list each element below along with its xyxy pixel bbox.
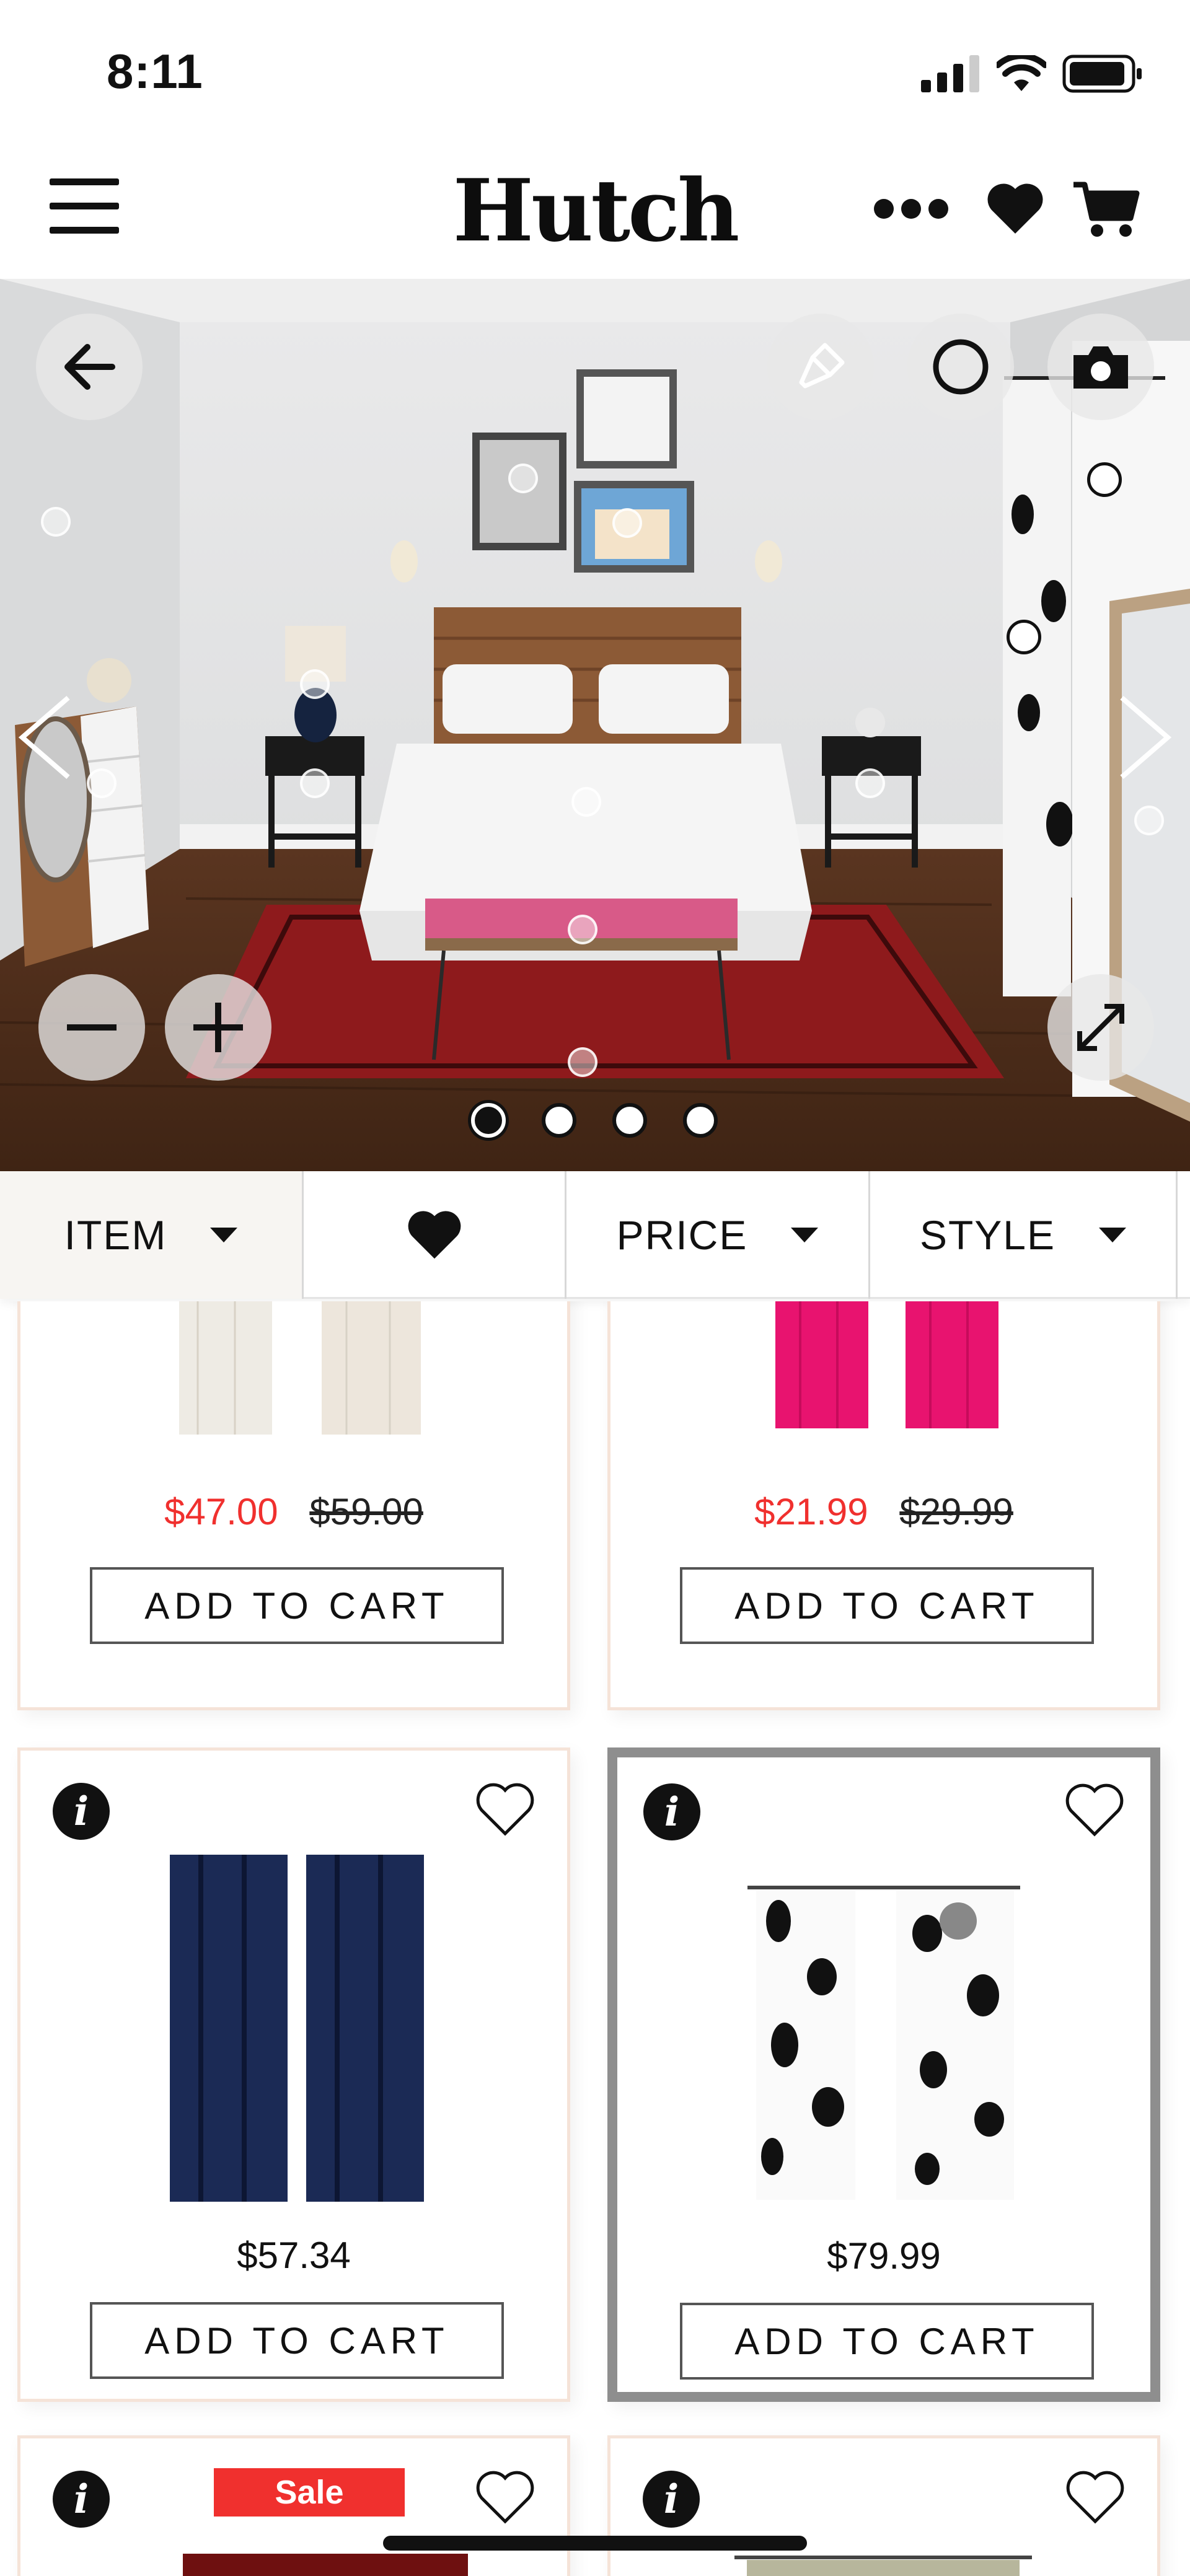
product-card[interactable]: i $57.34 ADD TO CART <box>17 1747 570 2402</box>
circle-icon <box>933 339 989 395</box>
original-price: $59.00 <box>309 1491 423 1532</box>
item-hotspot-selected[interactable] <box>1007 620 1041 654</box>
product-card[interactable]: i Sale <box>17 2435 570 2576</box>
minus-icon <box>67 1024 117 1031</box>
camera-button[interactable] <box>1047 314 1154 420</box>
info-icon[interactable]: i <box>53 1783 110 1840</box>
sale-price: $47.00 <box>164 1491 278 1532</box>
info-icon[interactable]: i <box>643 1783 700 1840</box>
circle-button[interactable] <box>907 314 1014 420</box>
product-grid: $47.00 $59.00 ADD TO CART $21.99 $29.99 … <box>0 1301 1190 2576</box>
product-card[interactable]: $47.00 $59.00 ADD TO CART <box>17 1301 570 1710</box>
battery-icon <box>1062 55 1142 93</box>
caret-down-icon <box>1099 1228 1127 1242</box>
filter-price[interactable]: PRICE <box>566 1171 870 1299</box>
product-image <box>179 1301 421 1435</box>
expand-icon <box>1077 1004 1124 1051</box>
room-pager <box>471 1103 718 1138</box>
item-hotspot[interactable] <box>1134 806 1164 835</box>
product-image <box>170 1855 424 2202</box>
filter-favorites[interactable] <box>304 1171 566 1299</box>
item-hotspot[interactable] <box>87 768 117 798</box>
filter-style[interactable]: STYLE <box>870 1171 1178 1299</box>
paint-brush-icon <box>799 343 845 389</box>
heart-icon <box>987 183 1043 234</box>
product-image <box>734 2556 1032 2576</box>
product-price: $79.99 <box>827 2235 941 2277</box>
more-button[interactable] <box>873 198 950 223</box>
expand-button[interactable] <box>1047 974 1154 1081</box>
original-price: $29.99 <box>899 1491 1013 1532</box>
product-image <box>183 2554 468 2576</box>
caret-down-icon <box>210 1228 238 1242</box>
pager-dot-active[interactable] <box>471 1103 506 1138</box>
paint-button[interactable] <box>767 314 874 420</box>
item-hotspot[interactable] <box>568 1047 597 1077</box>
filter-item-label: ITEM <box>64 1212 167 1258</box>
next-button[interactable] <box>1116 694 1175 784</box>
filter-item[interactable]: ITEM <box>0 1171 304 1299</box>
product-card-selected[interactable]: i $79.99 ADD TO CART <box>607 1747 1160 2402</box>
add-to-cart-button[interactable]: ADD TO CART <box>680 2303 1094 2380</box>
price-line: $47.00 $59.00 <box>20 1490 567 1533</box>
add-to-cart-button[interactable]: ADD TO CART <box>90 1567 504 1644</box>
zoom-in-button[interactable] <box>165 974 271 1081</box>
status-time: 8:11 <box>107 44 203 99</box>
status-bar: 8:11 <box>0 0 1190 149</box>
item-hotspot[interactable] <box>612 508 642 538</box>
filter-style-label: STYLE <box>919 1212 1056 1258</box>
sale-badge: Sale <box>214 2468 405 2517</box>
plus-icon <box>193 1003 243 1052</box>
item-hotspot[interactable] <box>571 787 601 817</box>
pager-dot[interactable] <box>542 1103 576 1138</box>
heart-outline-icon[interactable] <box>475 2471 535 2525</box>
more-icon <box>874 199 948 219</box>
item-hotspot[interactable] <box>300 669 330 699</box>
product-image <box>775 1301 998 1428</box>
info-icon[interactable]: i <box>643 2471 700 2528</box>
favorites-button[interactable] <box>987 183 1044 238</box>
caret-down-icon <box>791 1228 819 1242</box>
product-card[interactable]: $21.99 $29.99 ADD TO CART <box>607 1301 1160 1710</box>
back-button[interactable] <box>36 314 143 420</box>
sale-price: $21.99 <box>754 1491 868 1532</box>
pager-dot[interactable] <box>612 1103 647 1138</box>
chevron-left-icon <box>18 695 70 780</box>
product-image <box>747 1886 1020 2200</box>
add-to-cart-button[interactable]: ADD TO CART <box>90 2302 504 2379</box>
heart-outline-icon[interactable] <box>1065 2471 1125 2525</box>
back-arrow-icon <box>64 344 115 390</box>
heart-icon <box>408 1211 461 1259</box>
heart-outline-icon[interactable] <box>1065 1783 1124 1838</box>
header-actions <box>873 180 1140 241</box>
filter-bar: ITEM PRICE STYLE <box>0 1171 1190 1299</box>
cart-icon <box>1073 182 1140 237</box>
price-line: $21.99 $29.99 <box>610 1490 1157 1533</box>
previous-button[interactable] <box>15 694 74 784</box>
cellular-signal-icon <box>921 55 979 92</box>
product-card[interactable]: i <box>607 2435 1160 2576</box>
info-icon[interactable]: i <box>53 2471 110 2528</box>
app-header: Hutch <box>0 149 1190 279</box>
cart-button[interactable] <box>1072 180 1140 241</box>
filter-price-label: PRICE <box>616 1212 748 1258</box>
product-price: $57.34 <box>237 2235 351 2276</box>
room-viewer[interactable] <box>0 279 1190 1171</box>
add-to-cart-button[interactable]: ADD TO CART <box>680 1567 1094 1644</box>
chevron-right-icon <box>1120 695 1172 780</box>
wifi-icon <box>997 55 1046 91</box>
item-hotspot[interactable] <box>568 915 597 944</box>
zoom-out-button[interactable] <box>38 974 145 1081</box>
item-hotspot-selected[interactable] <box>1087 462 1122 497</box>
home-indicator <box>383 2536 807 2551</box>
camera-icon <box>1073 346 1128 389</box>
item-hotspot[interactable] <box>300 768 330 798</box>
item-hotspot[interactable] <box>855 768 885 798</box>
pager-dot[interactable] <box>683 1103 718 1138</box>
item-hotspot[interactable] <box>41 507 71 537</box>
item-hotspot[interactable] <box>508 464 538 493</box>
heart-outline-icon[interactable] <box>475 1783 535 1837</box>
status-icons <box>921 55 1143 93</box>
